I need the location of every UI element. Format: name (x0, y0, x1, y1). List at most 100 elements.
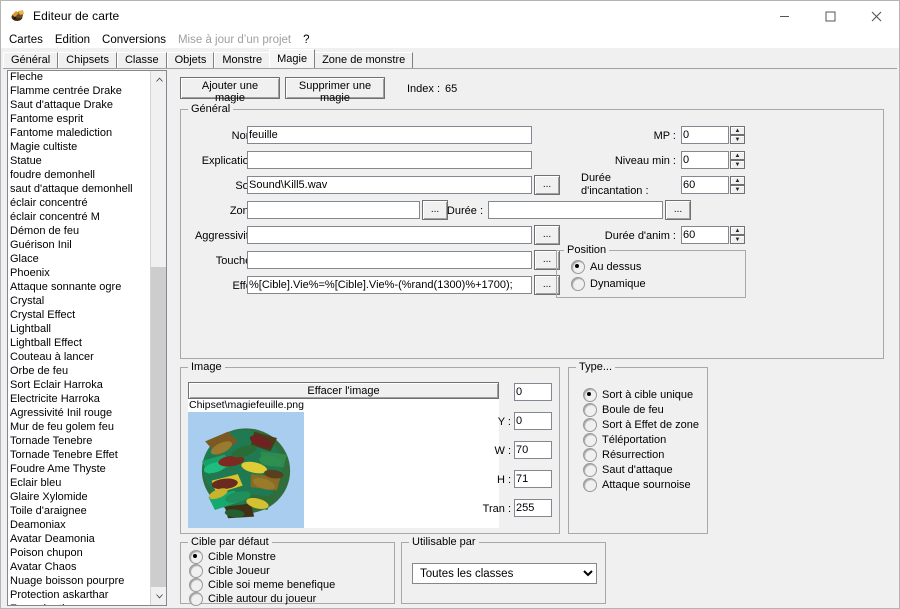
list-item[interactable]: Crystal (8, 295, 151, 309)
nom-input[interactable] (247, 126, 532, 144)
image-h-input[interactable] (514, 470, 552, 488)
list-item[interactable]: Avatar Chaos (8, 561, 151, 575)
type-option-boule-de-feu[interactable]: Boule de feu (583, 403, 664, 417)
cible-option-autour-du-joueur[interactable]: Cible autour du joueur (189, 592, 316, 606)
niveau-min-spinner-down[interactable]: ▼ (730, 160, 745, 169)
image-w-input[interactable] (514, 441, 552, 459)
list-item[interactable]: Attaque sonnante ogre (8, 281, 151, 295)
type-option-sort-cible-unique[interactable]: Sort à cible unique (583, 388, 693, 402)
list-item[interactable]: saut d'attaque demonhell (8, 183, 151, 197)
list-item[interactable]: Lightball Effect (8, 337, 151, 351)
duree-anim-spinner-up[interactable]: ▲ (730, 226, 745, 235)
list-item[interactable]: Fleche (8, 71, 151, 85)
scroll-thumb[interactable] (151, 267, 167, 587)
duree-input[interactable] (488, 201, 663, 219)
list-item[interactable]: Flamme centrée Drake (8, 85, 151, 99)
tab-classe[interactable]: Classe (117, 52, 167, 68)
scroll-up-icon[interactable] (151, 71, 167, 88)
effet-input[interactable] (247, 276, 532, 294)
tab-objets[interactable]: Objets (167, 52, 215, 68)
son-browse-button[interactable]: ... (534, 175, 560, 195)
tab-magie[interactable]: Magie (269, 49, 315, 68)
list-item[interactable]: Nuage boisson pourpre (8, 575, 151, 589)
close-button[interactable] (853, 1, 899, 31)
list-item[interactable]: Agressivité Inil rouge (8, 407, 151, 421)
list-item[interactable]: foudre demonhell (8, 169, 151, 183)
duree-browse-button[interactable]: ... (665, 200, 691, 220)
tab-general[interactable]: Général (3, 52, 58, 68)
menu-cartes[interactable]: Cartes (9, 34, 50, 46)
maximize-button[interactable] (807, 1, 853, 31)
menu-edition[interactable]: Edition (55, 34, 97, 46)
utilisable-par-select[interactable]: Toutes les classes (412, 563, 597, 584)
list-item[interactable]: Glaire Xylomide (8, 491, 151, 505)
duree-incantation-spinner[interactable]: ▲ ▼ (730, 176, 745, 194)
spell-list-scrollbar[interactable] (150, 71, 166, 605)
clear-image-button[interactable]: Effacer l'image (188, 382, 499, 399)
menu-help[interactable]: ? (303, 34, 316, 46)
menu-conversions[interactable]: Conversions (102, 34, 173, 46)
list-item[interactable]: Sort Eclair Harroka (8, 379, 151, 393)
list-item[interactable]: Tornade Tenebre (8, 435, 151, 449)
list-item[interactable]: éclair concentré M (8, 211, 151, 225)
list-item[interactable]: Avatar Deamonia (8, 533, 151, 547)
list-item[interactable]: Poison chupon (8, 547, 151, 561)
zone-input[interactable] (247, 201, 420, 219)
list-item[interactable]: Deamoniax (8, 519, 151, 533)
list-item[interactable]: Crystal Effect (8, 309, 151, 323)
delete-spell-button[interactable]: Supprimer une magie (285, 77, 385, 99)
scroll-down-icon[interactable] (151, 588, 167, 605)
position-option-dynamique[interactable]: Dynamique (571, 277, 646, 291)
type-option-sort-effet-de-zone[interactable]: Sort à Effet de zone (583, 418, 699, 432)
list-item[interactable]: Guérison Inil (8, 239, 151, 253)
tab-zone-de-monstre[interactable]: Zone de monstre (314, 52, 413, 68)
mp-spinner-down[interactable]: ▼ (730, 135, 745, 144)
list-item[interactable]: Glace (8, 253, 151, 267)
list-item[interactable]: Protection askarthar (8, 589, 151, 603)
list-item[interactable]: Couteau à lancer (8, 351, 151, 365)
list-item[interactable]: Mur de feu golem feu (8, 421, 151, 435)
list-item[interactable]: Statue (8, 155, 151, 169)
tab-monstre[interactable]: Monstre (214, 52, 270, 68)
duree-incantation-spinner-down[interactable]: ▼ (730, 185, 745, 194)
duree-anim-input[interactable] (681, 226, 729, 244)
mp-input[interactable] (681, 126, 729, 144)
image-x-input[interactable] (514, 383, 552, 401)
type-option-saut-dattaque[interactable]: Saut d'attaque (583, 463, 673, 477)
image-tran-input[interactable] (514, 499, 552, 517)
list-item[interactable]: Magie cultiste (8, 141, 151, 155)
niveau-min-spinner[interactable]: ▲ ▼ (730, 151, 745, 169)
list-item[interactable]: Démon de feu (8, 225, 151, 239)
son-input[interactable] (247, 176, 532, 194)
aggressivite-browse-button[interactable]: ... (534, 225, 560, 245)
duree-anim-spinner-down[interactable]: ▼ (730, 235, 745, 244)
list-item[interactable]: éclair concentré (8, 197, 151, 211)
list-item[interactable]: Saut d'attaque Drake (8, 99, 151, 113)
position-option-au-dessus[interactable]: Au dessus (571, 260, 641, 274)
image-preview[interactable] (188, 412, 499, 528)
type-option-resurrection[interactable]: Résurrection (583, 448, 664, 462)
niveau-min-input[interactable] (681, 151, 729, 169)
duree-incantation-spinner-up[interactable]: ▲ (730, 176, 745, 185)
list-item[interactable]: Toile d'araignee (8, 505, 151, 519)
list-item[interactable]: Electricite Harroka (8, 393, 151, 407)
toucher-input[interactable] (247, 251, 532, 269)
duree-incantation-input[interactable] (681, 176, 729, 194)
list-item[interactable]: Fantome esprit (8, 113, 151, 127)
type-option-teleportation[interactable]: Téléportation (583, 433, 666, 447)
add-spell-button[interactable]: Ajouter une magie (180, 77, 280, 99)
list-item[interactable]: Feu askarthar (8, 603, 151, 606)
list-item[interactable]: Tornade Tenebre Effet (8, 449, 151, 463)
list-item[interactable]: Fantome malediction (8, 127, 151, 141)
list-item[interactable]: Phoenix (8, 267, 151, 281)
list-item[interactable]: Lightball (8, 323, 151, 337)
list-item[interactable]: Eclair bleu (8, 477, 151, 491)
cible-option-soi-meme-benefique[interactable]: Cible soi meme benefique (189, 578, 335, 592)
image-y-input[interactable] (514, 412, 552, 430)
type-option-attaque-sournoise[interactable]: Attaque sournoise (583, 478, 691, 492)
cible-option-monstre[interactable]: Cible Monstre (189, 550, 276, 564)
tab-chipsets[interactable]: Chipsets (58, 52, 117, 68)
explication-input[interactable] (247, 151, 532, 169)
list-item[interactable]: Foudre Ame Thyste (8, 463, 151, 477)
minimize-button[interactable] (761, 1, 807, 31)
